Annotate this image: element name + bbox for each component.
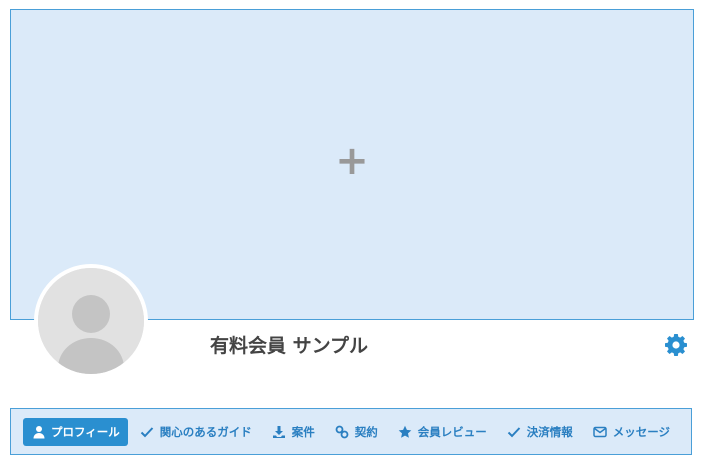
tab-label: プロフィール: [51, 424, 120, 439]
tab-messages[interactable]: メッセージ: [585, 418, 678, 446]
tab-interested-guides[interactable]: 関心のあるガイド: [132, 418, 260, 446]
download-icon: [272, 424, 287, 439]
tab-payment-info[interactable]: 決済情報: [499, 418, 581, 446]
tab-projects[interactable]: 案件: [264, 418, 323, 446]
tab-label: メッセージ: [612, 424, 671, 439]
tab-member-reviews[interactable]: 会員レビュー: [390, 418, 495, 446]
star-icon: [398, 424, 413, 439]
envelope-icon: [593, 424, 608, 439]
user-icon: [31, 424, 46, 439]
profile-name: 有料会員 サンプル: [210, 335, 369, 357]
tab-label: 案件: [291, 424, 315, 439]
tab-label: 関心のあるガイド: [159, 424, 252, 439]
add-cover-icon[interactable]: +: [335, 141, 369, 181]
link-icon: [335, 424, 350, 439]
check-icon: [507, 424, 522, 439]
check-icon: [140, 424, 155, 439]
tab-profile[interactable]: プロフィール: [23, 417, 128, 446]
tab-contracts[interactable]: 契約: [327, 418, 386, 446]
settings-gear-icon[interactable]: [664, 333, 688, 357]
tab-label: 会員レビュー: [417, 424, 487, 439]
profile-tabs: プロフィール 関心のあるガイド 案件 契約 会員レビュー 決済情報 メッセージ: [10, 408, 692, 455]
tab-label: 決済情報: [526, 424, 573, 439]
avatar[interactable]: [34, 264, 148, 378]
default-user-avatar-icon: [38, 268, 144, 374]
tab-label: 契約: [354, 424, 378, 439]
